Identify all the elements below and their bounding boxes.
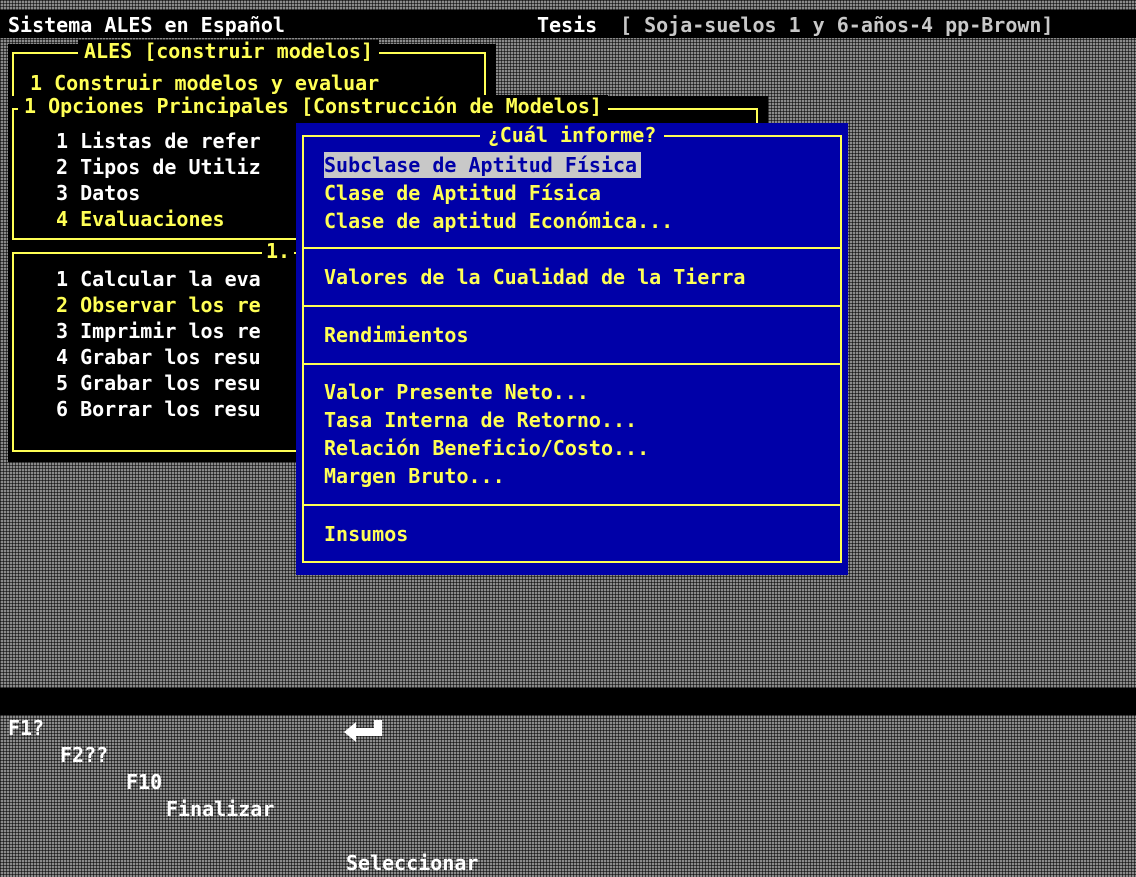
enter-label: Seleccionar [346,851,479,875]
eval-item-grabar-2[interactable]: 5 Grabar los resu [56,370,261,396]
eval-menu-title: 1. [262,240,295,262]
menu-item-datos[interactable]: 3 Datos [56,180,140,206]
dialog-separator [302,363,842,365]
eval-item-calcular[interactable]: 1 Calcular la eva [56,266,261,292]
menu-item-listas[interactable]: 1 Listas de refer [56,128,261,154]
f2-help-key[interactable]: F2?? [60,742,108,769]
report-option-relacion-beneficio-costo[interactable]: Relación Beneficio/Costo... [324,435,649,461]
dialog-separator [302,504,842,506]
thesis-label: Tesis [537,13,598,37]
ales-menu-title: ALES [construir modelos] [78,40,379,62]
eval-item-observar[interactable]: 2 Observar los re [56,292,261,318]
report-option-margen-bruto[interactable]: Margen Bruto... [324,463,505,489]
report-option-clase-aptitud-economica[interactable]: Clase de aptitud Económica... [324,208,673,234]
f10-label: Finalizar [166,797,275,821]
report-option-subclase-aptitud-fisica[interactable]: Subclase de Aptitud Física [324,152,642,178]
report-option-valor-presente-neto[interactable]: Valor Presente Neto... [324,379,589,405]
model-name: [ Soja-suelos 1 y 6-años-4 pp-Brown] [620,13,1054,37]
report-selection-dialog: ¿Cuál informe? Subclase de Aptitud Físic… [296,123,848,575]
report-option-tasa-interna-retorno[interactable]: Tasa Interna de Retorno... [324,407,637,433]
menu-item-tipos[interactable]: 2 Tipos de Utiliz [56,154,261,180]
dialog-separator [302,305,842,307]
status-bar: F1? F2?? F10 Finalizar Seleccionar [0,688,1136,875]
app-title: Sistema ALES en Español [8,13,285,37]
options-menu-title: 1 Opciones Principales [Construcción de … [18,95,608,117]
enter-key-icon [296,688,390,769]
eval-item-imprimir[interactable]: 3 Imprimir los re [56,318,261,344]
report-option-valores-cualidad[interactable]: Valores de la Cualidad de la Tierra [324,264,745,290]
menu-item-construir-modelos[interactable]: 1 Construir modelos y evaluar [30,70,379,96]
eval-item-borrar[interactable]: 6 Borrar los resu [56,396,261,422]
f1-help-key[interactable]: F1? [8,715,44,742]
dialog-title: ¿Cuál informe? [479,123,665,147]
f10-key[interactable]: F10 [126,769,162,796]
report-option-clase-aptitud-fisica[interactable]: Clase de Aptitud Física [324,180,601,206]
report-option-rendimientos[interactable]: Rendimientos [324,322,469,348]
menu-item-evaluaciones[interactable]: 4 Evaluaciones [56,206,225,232]
dialog-separator [302,247,842,249]
report-option-insumos[interactable]: Insumos [324,521,408,547]
eval-item-grabar-1[interactable]: 4 Grabar los resu [56,344,261,370]
